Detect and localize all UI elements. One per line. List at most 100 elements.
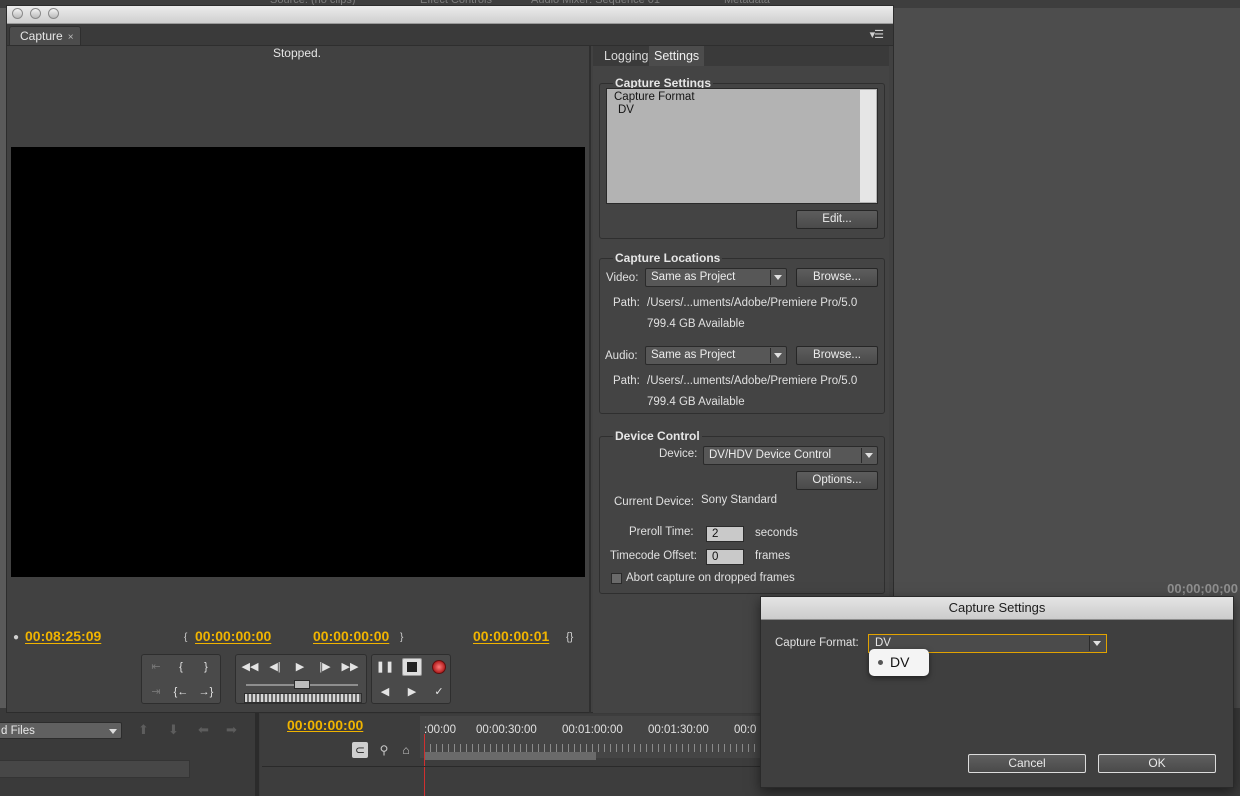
- audio-browse-button[interactable]: Browse...: [796, 346, 878, 365]
- abort-dropped-frames-label[interactable]: Abort capture on dropped frames: [626, 572, 795, 584]
- duration-timecode[interactable]: 00:00:00:01: [473, 628, 549, 644]
- minimize-window-button[interactable]: [30, 8, 41, 19]
- pause-button[interactable]: ❚❚: [375, 658, 395, 676]
- close-icon[interactable]: ×: [68, 32, 74, 43]
- rewind-button[interactable]: ◀◀: [240, 658, 260, 676]
- scene-detect-icon[interactable]: ✓: [429, 683, 449, 701]
- device-control-title: Device Control: [613, 429, 702, 443]
- ruler-label: 00:01:30:00: [648, 724, 709, 736]
- chevron-down-icon: [109, 729, 117, 734]
- bin-dropdown-label: d Files: [1, 725, 35, 737]
- capture-format-label: Capture Format: [614, 91, 695, 103]
- format-popup-menu: DV: [869, 649, 929, 676]
- marker-icon[interactable]: ⚲: [376, 742, 392, 758]
- format-option-label: DV: [890, 654, 910, 670]
- mark-out-button[interactable]: }: [196, 658, 216, 676]
- video-location-dropdown[interactable]: Same as Project: [645, 268, 787, 287]
- bin-dropdown[interactable]: d Files: [0, 722, 122, 739]
- zoom-window-button[interactable]: [48, 8, 59, 19]
- preroll-unit: seconds: [755, 527, 798, 539]
- work-area-bar[interactable]: [424, 752, 596, 760]
- in-point-indicator-icon: {: [184, 632, 188, 643]
- tab-settings[interactable]: Settings: [649, 46, 705, 66]
- current-time-indicator[interactable]: [424, 734, 425, 796]
- ruler-label: 00:0: [734, 724, 757, 736]
- current-timecode[interactable]: 00:08:25:09: [25, 628, 101, 644]
- stop-button[interactable]: [402, 658, 422, 676]
- dropdown-divider: [1089, 636, 1090, 651]
- snap-icon[interactable]: ⊂: [352, 742, 368, 758]
- mark-in-button[interactable]: {: [171, 658, 191, 676]
- cancel-button[interactable]: Cancel: [968, 754, 1086, 773]
- video-preview: [11, 147, 585, 577]
- add-marker-icon[interactable]: ⌂: [398, 742, 414, 758]
- video-path-label: Path:: [613, 297, 640, 309]
- dialog-title[interactable]: Capture Settings: [761, 597, 1233, 620]
- video-location-label: Video:: [606, 272, 639, 284]
- capture-format-summary: Capture Format DV: [606, 88, 878, 204]
- bin-search-field[interactable]: [0, 760, 190, 778]
- audio-available-space: 799.4 GB Available: [647, 396, 745, 408]
- clear-marker-icon[interactable]: ⇥: [146, 683, 166, 701]
- edit-button[interactable]: Edit...: [796, 210, 878, 229]
- dropdown-divider: [770, 348, 771, 363]
- step-back-button[interactable]: ◀|: [265, 658, 285, 676]
- audio-location-dropdown[interactable]: Same as Project: [645, 346, 787, 365]
- timecode-offset-unit: frames: [755, 550, 791, 562]
- fast-forward-button[interactable]: ▶▶: [340, 658, 360, 676]
- go-to-in-button[interactable]: {←: [171, 683, 191, 701]
- record-button[interactable]: [429, 658, 449, 676]
- window-titlebar[interactable]: [7, 6, 893, 24]
- tab-logging[interactable]: Logging: [599, 46, 654, 66]
- move-up-icon[interactable]: ⬆: [138, 722, 149, 738]
- video-location-value: Same as Project: [651, 271, 736, 283]
- current-device-value: Sony Standard: [701, 494, 778, 506]
- panel-menu-icon[interactable]: ▾☰: [870, 28, 884, 41]
- current-device-label: Current Device:: [614, 496, 694, 508]
- options-button[interactable]: Options...: [796, 471, 878, 490]
- device-value: DV/HDV Device Control: [709, 449, 832, 461]
- dropdown-divider: [861, 448, 862, 463]
- playhead-indicator-icon: ●: [13, 632, 20, 643]
- panel-splitter[interactable]: [589, 46, 591, 713]
- next-scene-button[interactable]: ▶: [402, 683, 422, 701]
- device-dropdown[interactable]: DV/HDV Device Control: [703, 446, 878, 465]
- ruler-label: 00:00:30:00: [476, 724, 537, 736]
- ruler-label: :00:00: [424, 724, 456, 736]
- tab-capture-label: Capture: [20, 29, 63, 43]
- audio-location-label: Audio:: [605, 350, 638, 362]
- step-forward-button[interactable]: |▶: [315, 658, 335, 676]
- timecode-offset-field[interactable]: 0: [706, 549, 744, 565]
- duration-indicator-icon: {}: [566, 631, 574, 643]
- timecode-offset-label: Timecode Offset:: [610, 550, 697, 562]
- previous-scene-button[interactable]: ◀: [375, 683, 395, 701]
- tab-capture[interactable]: Capture ×: [9, 26, 81, 45]
- capture-status: Stopped.: [272, 46, 322, 60]
- format-option-dv[interactable]: DV: [878, 649, 929, 675]
- chevron-down-icon: [865, 453, 873, 458]
- format-box-scrollbar[interactable]: [860, 90, 876, 202]
- move-right-icon[interactable]: ➡: [226, 722, 237, 738]
- chevron-down-icon: [774, 275, 782, 280]
- move-down-icon[interactable]: ⬇: [168, 722, 179, 738]
- out-point-timecode[interactable]: 00:00:00:00: [313, 628, 389, 644]
- record-icon: [432, 660, 446, 674]
- video-path-value: /Users/...uments/Adobe/Premiere Pro/5.0: [647, 297, 858, 309]
- play-button[interactable]: ▶: [290, 658, 310, 676]
- shuttle-handle[interactable]: [294, 680, 310, 689]
- abort-dropped-frames-checkbox[interactable]: [611, 573, 622, 584]
- preroll-field[interactable]: 2: [706, 526, 744, 542]
- in-point-timecode[interactable]: 00:00:00:00: [195, 628, 271, 644]
- playback-controls: ◀◀ ◀| ▶ |▶ ▶▶: [235, 654, 367, 704]
- move-left-icon[interactable]: ⬅: [198, 722, 209, 738]
- close-window-button[interactable]: [12, 8, 23, 19]
- settings-tabbar: Logging Settings: [593, 46, 889, 66]
- dialog-format-value: DV: [875, 637, 891, 649]
- go-to-out-button[interactable]: →}: [196, 683, 216, 701]
- timeline-timecode[interactable]: 00:00:00:00: [287, 717, 363, 733]
- set-in-icon[interactable]: ⇤: [146, 658, 166, 676]
- video-browse-button[interactable]: Browse...: [796, 268, 878, 287]
- track-divider: [262, 766, 760, 767]
- jog-dial[interactable]: [244, 693, 362, 703]
- ok-button[interactable]: OK: [1098, 754, 1216, 773]
